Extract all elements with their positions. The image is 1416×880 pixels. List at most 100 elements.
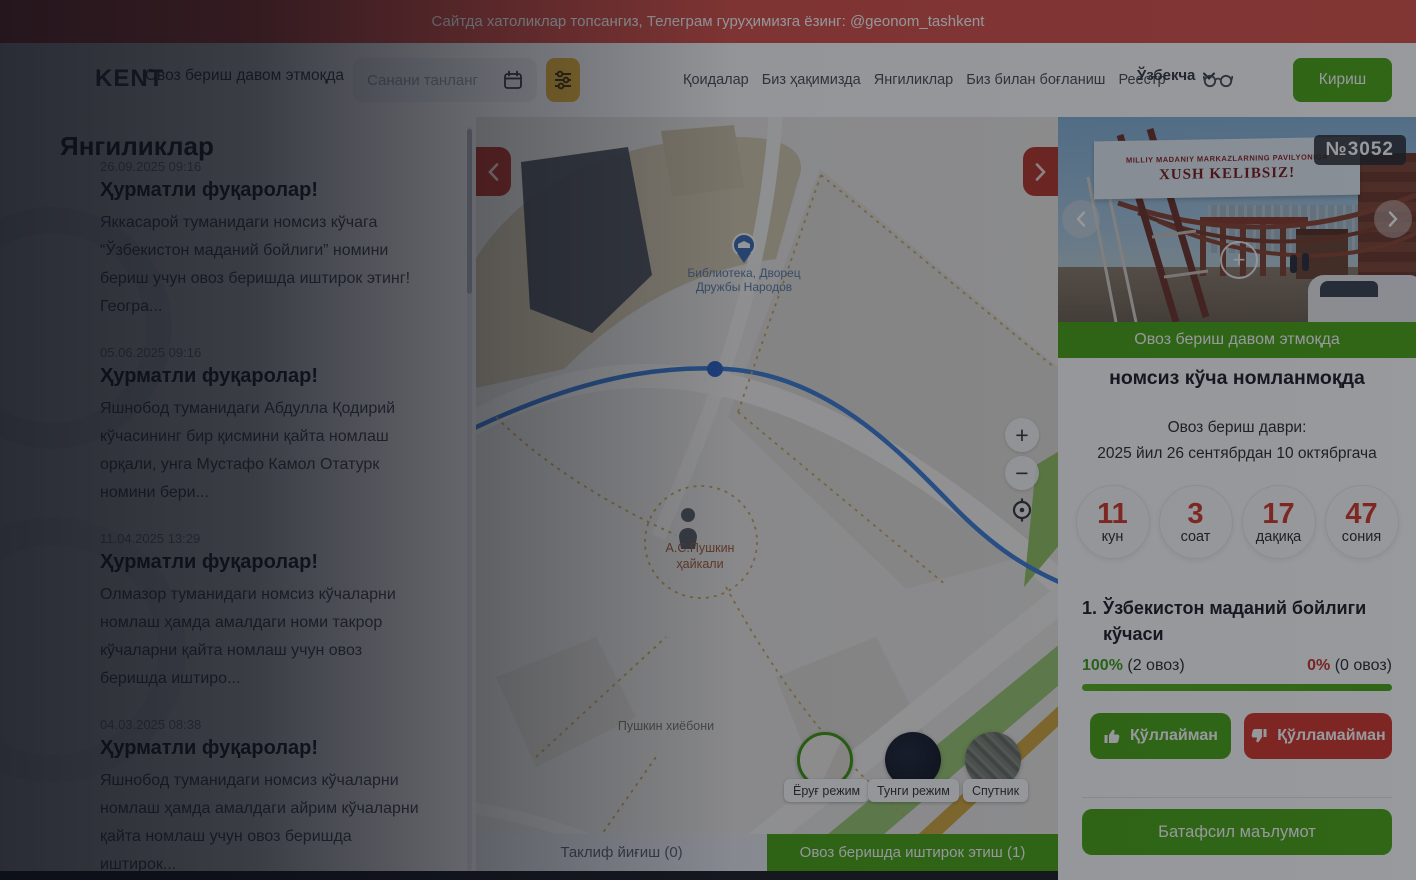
- news-title: Ҳурматли фуқаролар!: [100, 737, 432, 760]
- voting-period-value: 2025 йил 26 сентябрдан 10 октябргача: [1058, 445, 1416, 463]
- reject-button-label: Қўлламайман: [1277, 727, 1385, 745]
- nav-rules[interactable]: Қоидалар: [683, 72, 749, 88]
- news-list-item[interactable]: 11.04.2025 13:29 Ҳурматли фуқаролар! Олм…: [100, 531, 432, 693]
- chevron-left-icon: [488, 163, 499, 181]
- street-photo[interactable]: MILLIY MADANIY MARKAZLARNING PAVILYONIGA…: [1058, 117, 1416, 322]
- photo-car-windshield: [1320, 281, 1378, 297]
- map-label-library: Библиотека, Дворец: [687, 266, 800, 280]
- countdown-days: 11 кун: [1076, 485, 1150, 559]
- language-label: Ўзбекча: [1137, 67, 1195, 84]
- reject-button[interactable]: Қўлламайман: [1244, 713, 1392, 759]
- photo-banner-line2: XUSH KELIBSIZ!: [1159, 164, 1295, 183]
- voting-panel: MILLIY MADANIY MARKAZLARNING PAVILYONIGA…: [1058, 117, 1416, 880]
- map-mode-light-label[interactable]: Ёруғ режим: [784, 779, 869, 802]
- news-excerpt: Яшнобод туманидаги номсиз кўчаларни номл…: [100, 767, 432, 871]
- countdown-seconds-unit: сония: [1342, 529, 1381, 545]
- question: 1. Ўзбекистон маданий бойлиги кўчаси: [1082, 595, 1392, 647]
- prev-object-arrow[interactable]: [476, 147, 511, 196]
- no-result: 0% (0 овоз): [1307, 657, 1392, 675]
- zoom-photo-icon[interactable]: +: [1220, 241, 1258, 279]
- target-icon: [1009, 497, 1035, 523]
- yes-percent: 100%: [1082, 657, 1123, 674]
- map-label-statue: ҳайкали: [676, 557, 723, 571]
- chevron-right-icon: [1388, 211, 1398, 227]
- news-excerpt: Яшнобод туманидаги Абдулла Қодирий кўчас…: [100, 395, 432, 507]
- object-title: номсиз кўча номланмоқда: [1058, 367, 1416, 390]
- yes-votes: (2 овоз): [1127, 657, 1184, 674]
- countdown-days-unit: кун: [1102, 529, 1124, 545]
- question-title: Ўзбекистон маданий бойлиги кўчаси: [1103, 595, 1392, 647]
- countdown-days-value: 11: [1097, 499, 1128, 529]
- tab-proposals[interactable]: Таклиф йиғиш (0): [476, 834, 767, 871]
- nav-about[interactable]: Биз ҳақимизда: [762, 72, 861, 88]
- divider: [1082, 797, 1392, 798]
- news-title: Ҳурматли фуқаролар!: [100, 551, 432, 574]
- voting-status-text: Овоз бериш давом этмоқда: [1134, 331, 1339, 349]
- photo-prev-arrow[interactable]: [1062, 200, 1100, 238]
- news-excerpt: Яккасарой туманидаги номсиз кўчага “Ўзбе…: [100, 209, 432, 321]
- news-sidebar: Янгиликлар 26.09.2025 09:16 Ҳурматли фуқ…: [0, 117, 476, 871]
- chevron-left-icon: [1076, 211, 1086, 227]
- map-mode-satellite-label[interactable]: Спутник: [963, 779, 1028, 802]
- map-area[interactable]: Библиотека, Дворец Дружбы Народов А.С.Пу…: [476, 117, 1058, 871]
- countdown-hours-value: 3: [1187, 499, 1203, 529]
- geolocation-button[interactable]: [1005, 493, 1039, 527]
- thumb-up-icon: [1103, 727, 1121, 745]
- approve-button[interactable]: Қўллайман: [1090, 713, 1231, 759]
- sidebar-scrollbar-thumb[interactable]: [467, 129, 472, 294]
- news-date: 05.06.2025 09:16: [100, 345, 432, 360]
- nav-contact[interactable]: Биз билан боғланиш: [966, 72, 1105, 88]
- header: KENT Овоз бериш давом этмоқда Санани тан…: [0, 43, 1416, 118]
- login-button[interactable]: Кириш: [1293, 58, 1392, 102]
- map-mode-dark-label[interactable]: Тунги режим: [868, 779, 959, 802]
- no-percent: 0%: [1307, 657, 1330, 674]
- news-sidebar-title: Янгиликлар: [60, 131, 214, 162]
- map-label-library: Дружбы Народов: [696, 280, 792, 294]
- news-date: 04.03.2025 08:38: [100, 717, 432, 732]
- nav-news[interactable]: Янгиликлар: [874, 72, 954, 88]
- countdown-minutes: 17 дақиқа: [1242, 485, 1316, 559]
- status-filter-dropdown[interactable]: Овоз бериш давом этмоқда: [145, 67, 368, 85]
- map-label-statue: А.С.Пушкин: [666, 541, 735, 555]
- status-filter-label: Овоз бериш давом этмоқда: [145, 67, 344, 85]
- countdown-minutes-unit: дақиқа: [1256, 529, 1301, 545]
- news-list-item[interactable]: 05.06.2025 09:16 Ҳурматли фуқаролар! Яшн…: [100, 345, 432, 507]
- filters-button[interactable]: [546, 58, 580, 102]
- sliders-icon: [553, 69, 573, 91]
- thumb-down-icon: [1250, 727, 1268, 745]
- calendar-icon: [503, 70, 523, 90]
- photo-next-arrow[interactable]: [1374, 200, 1412, 238]
- news-list-item[interactable]: 04.03.2025 08:38 Ҳурматли фуқаролар! Яшн…: [100, 717, 432, 871]
- date-picker-placeholder: Санани танланг: [367, 72, 478, 89]
- page: Сайтда хатоликлар топсангиз, Телеграм гу…: [0, 0, 1416, 880]
- approve-button-label: Қўллайман: [1130, 727, 1218, 745]
- tab-voting[interactable]: Овоз беришда иштирок этиш (1): [767, 834, 1058, 871]
- details-button[interactable]: Батафсил маълумот: [1082, 809, 1392, 855]
- chevron-right-icon: [1035, 163, 1046, 181]
- zoom-in-button[interactable]: +: [1005, 418, 1039, 452]
- voting-status-banner: Овоз бериш давом этмоқда: [1058, 322, 1416, 358]
- map-marker-dot[interactable]: [707, 361, 723, 377]
- countdown: 11 кун 3 соат 17 дақиқа 47 сония: [1058, 485, 1416, 559]
- news-title: Ҳурматли фуқаролар!: [100, 365, 432, 388]
- voting-period-label: Овоз бериш даври:: [1058, 419, 1416, 437]
- countdown-seconds-value: 47: [1345, 499, 1377, 529]
- news-title: Ҳурматли фуқаролар!: [100, 179, 432, 202]
- alert-banner-text: Сайтда хатоликлар топсангиз, Телеграм гу…: [432, 13, 985, 30]
- accessibility-glasses-icon[interactable]: [1203, 71, 1233, 93]
- news-list: 26.09.2025 09:16 Ҳурматли фуқаролар! Якк…: [100, 159, 432, 871]
- next-object-arrow[interactable]: [1023, 147, 1058, 196]
- object-number-badge: №3052: [1314, 135, 1406, 165]
- news-excerpt: Олмазор туманидаги номсиз кўчаларни номл…: [100, 581, 432, 693]
- countdown-hours-unit: соат: [1181, 529, 1211, 545]
- bottom-tabs: Таклиф йиғиш (0) Овоз беришда иштирок эт…: [476, 834, 1058, 871]
- vote-results: 100% (2 овоз) 0% (0 овоз): [1082, 657, 1392, 675]
- no-votes: (0 овоз): [1335, 657, 1392, 674]
- map-label-park: Пушкин хиёбони: [618, 719, 714, 733]
- news-date: 11.04.2025 13:29: [100, 531, 432, 546]
- photo-person: [1302, 253, 1309, 271]
- date-picker-input[interactable]: Санани танланг: [353, 58, 537, 102]
- photo-banner-line1: MILLIY MADANIY MARKAZLARNING PAVILYONIGA: [1126, 152, 1328, 165]
- news-list-item[interactable]: 26.09.2025 09:16 Ҳурматли фуқаролар! Якк…: [100, 159, 432, 321]
- zoom-out-button[interactable]: −: [1005, 456, 1039, 490]
